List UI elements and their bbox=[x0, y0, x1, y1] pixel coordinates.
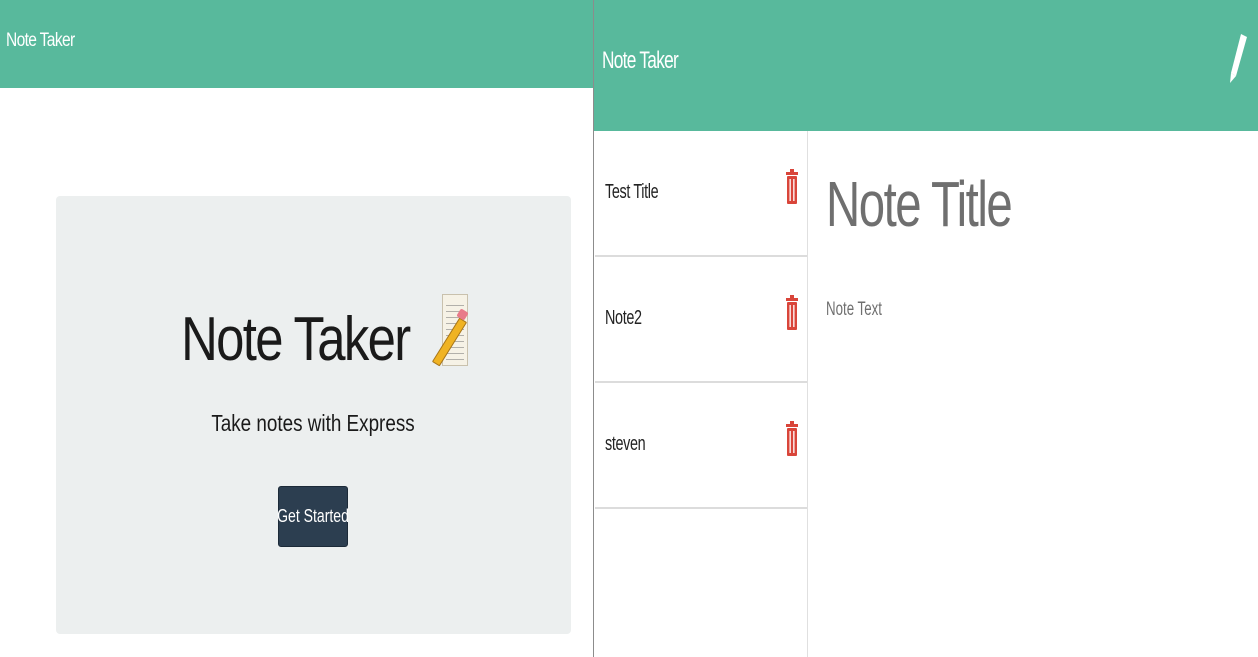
landing-subtitle-row: Take notes with Express bbox=[56, 410, 571, 437]
notes-page: Note Taker Test Title Note2 steven Note … bbox=[594, 0, 1258, 657]
trash-icon[interactable] bbox=[786, 169, 798, 205]
trash-icon[interactable] bbox=[786, 295, 798, 331]
list-item[interactable]: Note2 bbox=[595, 257, 807, 383]
landing-subtitle: Take notes with Express bbox=[211, 410, 416, 436]
get-started-button[interactable]: Get Started bbox=[277, 486, 349, 547]
landing-page: Note Taker Note Taker Take notes with Ex… bbox=[0, 0, 593, 657]
trash-icon[interactable] bbox=[786, 421, 798, 457]
pencil-icon[interactable] bbox=[1228, 32, 1248, 84]
notes-navbar: Note Taker bbox=[594, 0, 1258, 131]
list-item[interactable]: Test Title bbox=[595, 131, 807, 257]
note-title[interactable]: Note2 bbox=[605, 307, 642, 330]
landing-title: Note Taker bbox=[180, 305, 411, 374]
landing-brand-link[interactable]: Note Taker bbox=[6, 30, 75, 52]
note-title[interactable]: steven bbox=[605, 433, 646, 456]
landing-jumbotron: Note Taker Take notes with Express Get S… bbox=[56, 196, 571, 634]
note-text-area[interactable]: Note Text bbox=[826, 299, 882, 321]
get-started-label: Get Started bbox=[277, 506, 349, 526]
landing-title-row: Note Taker bbox=[56, 294, 571, 375]
list-item[interactable]: steven bbox=[595, 383, 807, 509]
note-title-input[interactable]: Note Title bbox=[826, 167, 1013, 241]
landing-navbar: Note Taker bbox=[0, 0, 593, 88]
notes-brand-link[interactable]: Note Taker bbox=[602, 47, 679, 75]
note-editor: Note Title Note Text bbox=[808, 131, 1258, 657]
note-list: Test Title Note2 steven bbox=[594, 131, 808, 657]
memo-icon bbox=[432, 294, 471, 367]
note-title[interactable]: Test Title bbox=[605, 181, 659, 204]
